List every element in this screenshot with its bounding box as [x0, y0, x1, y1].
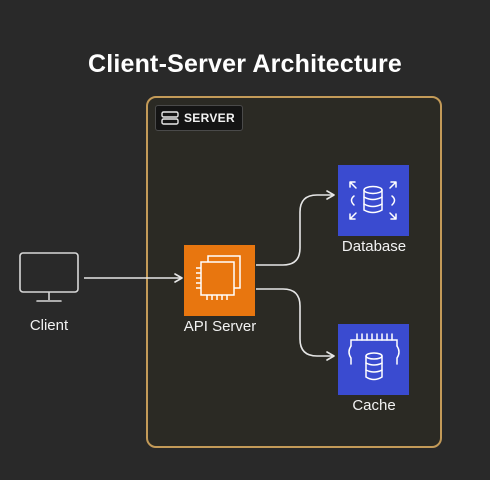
database-label: Database: [341, 238, 407, 255]
monitor-icon: [19, 252, 79, 302]
api-server-label: API Server: [183, 318, 257, 335]
cache-label: Cache: [352, 397, 396, 414]
database-node: [338, 165, 409, 236]
client-label: Client: [29, 317, 69, 334]
